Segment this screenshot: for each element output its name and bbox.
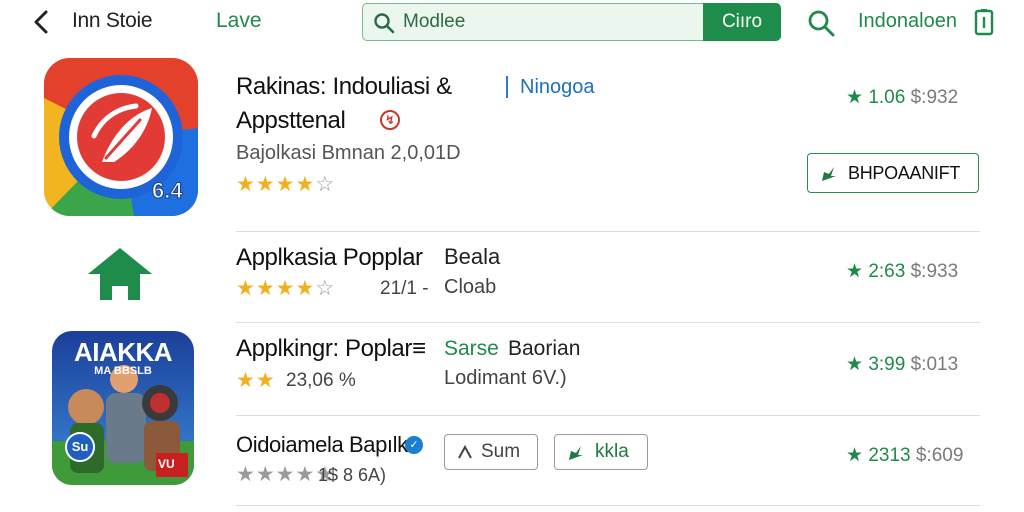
star-filled-icon: ★ (295, 277, 316, 300)
list-item[interactable]: AIAKKA MA BBSLB Su VU Applkingr: Poplar≡… (0, 323, 1024, 485)
star-icon: ★ (846, 354, 864, 375)
rating-stars: ★★ (236, 368, 276, 393)
app-name[interactable]: Oidoiamela Bapılk (236, 432, 408, 458)
app-name[interactable]: Rakinas: Indouliasi & (236, 73, 452, 101)
old-price: $:013 (910, 354, 959, 375)
kkla-button-label: kkla (595, 441, 629, 462)
poster-subtitle: MA BBSLB (94, 365, 152, 377)
old-price: $:933 (910, 261, 959, 282)
app-name-line2: Appsttenal (236, 107, 346, 134)
category-label-2: Baorian (508, 337, 581, 360)
rating-count: 21/1 - (380, 278, 429, 299)
star-filled-icon: ★ (255, 369, 276, 392)
star-filled-icon: ★ (236, 369, 256, 392)
price-value: 1.06 (868, 87, 906, 108)
star-filled-icon: ★ (295, 463, 316, 486)
star-filled-icon: ★ (275, 463, 296, 486)
divider (236, 505, 980, 506)
caret-up-icon (458, 445, 472, 459)
arrow-icon (569, 446, 583, 460)
star-filled-icon: ★ (236, 463, 256, 486)
star-icon: ★ (846, 261, 864, 282)
price-value: 2313 (868, 445, 911, 466)
rating-stars: ★★★★☆ (236, 276, 335, 301)
star-filled-icon: ★ (275, 173, 296, 196)
price: ★ 3:99 $:013 (846, 353, 958, 376)
price: ★ 2313 $:609 (846, 444, 963, 467)
developer-link[interactable]: Ninogoa (520, 76, 595, 99)
sum-button-label: Sum (481, 441, 521, 462)
verified-badge-icon: ↯ (380, 110, 400, 130)
price: ★ 1.06 $:932 (846, 86, 958, 109)
icon-badge: 6.4 (152, 178, 184, 204)
app-name[interactable]: Applkasia Popplar (236, 244, 423, 272)
app-subtitle: Lodimant 6V.) (444, 367, 567, 389)
poster-title: AIAKKA (73, 337, 173, 367)
star-filled-icon: ★ (255, 463, 276, 486)
star-icon: ★ (846, 87, 864, 108)
price-value: 2:63 (868, 261, 906, 282)
install-button[interactable]: BHPOAANIFT (807, 153, 979, 193)
star-filled-icon: ★ (255, 173, 276, 196)
list-item[interactable]: Applkasia Popplar Beala ★★★★☆ 21/1 - Clo… (0, 232, 1024, 322)
category-sub: Cloab (444, 276, 497, 298)
star-filled-icon: ★ (236, 173, 256, 196)
separator (506, 76, 508, 98)
install-button-label: BHPOAANIFT (848, 163, 961, 183)
list-item[interactable]: 6.4 Rakinas: Indouliasi & Ninogoa Appstt… (0, 0, 1024, 230)
rating-stars: ★★★★☆ (236, 172, 335, 197)
app-subtitle: Bajolkasi Bmnan 2,0,01D (236, 142, 461, 164)
star-filled-icon: ★ (275, 277, 296, 300)
sum-button[interactable]: Sum (444, 434, 538, 470)
rating-count: 1$ 8 6A) (318, 465, 387, 485)
price-value: 3:99 (868, 354, 906, 375)
category-label: Beala (444, 244, 501, 269)
star-empty-icon: ☆ (315, 173, 336, 196)
list-item[interactable]: Oidoiamela Bapılk ✓ ★★★★★ 1$ 8 6A) Sum k… (0, 416, 1024, 506)
star-filled-icon: ★ (255, 277, 276, 300)
kkla-button[interactable]: kkla (554, 434, 648, 470)
star-icon: ★ (846, 445, 864, 466)
verified-badge-icon: ✓ (405, 436, 423, 454)
arrow-icon (822, 167, 836, 181)
old-price: $:932 (910, 87, 959, 108)
old-price: $:609 (915, 445, 964, 466)
app-name[interactable]: Applkingr: Poplar≡ (236, 335, 426, 363)
star-filled-icon: ★ (236, 277, 256, 300)
rating-count: 23,06 % (286, 370, 356, 391)
house-icon (88, 248, 152, 302)
star-filled-icon: ★ (295, 173, 316, 196)
price: ★ 2:63 $:933 (846, 260, 958, 283)
star-empty-icon: ☆ (315, 277, 336, 300)
category-label: Sarse (444, 337, 499, 360)
